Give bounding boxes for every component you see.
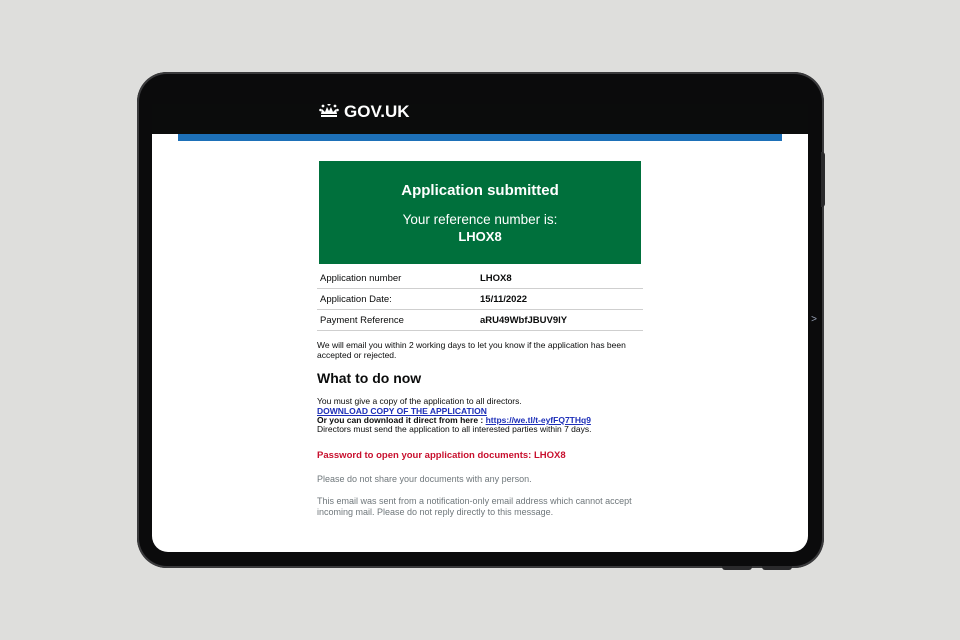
- side-arrow-icon: >: [811, 314, 817, 325]
- tablet-device: > GOV.UK Application submitted Your refe…: [137, 72, 825, 570]
- tablet-volume-button: [722, 566, 752, 570]
- summary-value: aRU49WbfJBUV9lY: [480, 309, 643, 331]
- tablet-screen: GOV.UK Application submitted Your refere…: [152, 104, 808, 552]
- summary-key: Payment Reference: [317, 309, 480, 331]
- summary-key: Application number: [317, 268, 480, 289]
- password-line: Password to open your application docume…: [317, 450, 566, 461]
- panel-subtitle: Your reference number is:: [402, 212, 558, 227]
- summary-value: 15/11/2022: [480, 288, 643, 310]
- summary-key: Application Date:: [317, 288, 480, 310]
- tablet-volume-button: [762, 566, 792, 570]
- what-to-do-heading: What to do now: [317, 370, 422, 386]
- table-row: Application Date: 15/11/2022: [317, 288, 643, 310]
- gov-header: GOV.UK: [152, 104, 808, 134]
- header-blue-bar: [178, 134, 782, 141]
- panel-reference: LHOX8: [458, 229, 502, 244]
- instructions-line-4: Directors must send the application to a…: [317, 424, 592, 434]
- notice-text: We will email you within 2 working days …: [317, 340, 626, 360]
- notification-text: This email was sent from a notification-…: [317, 496, 632, 517]
- tablet-side-button: [821, 152, 825, 207]
- crown-icon: [319, 104, 339, 123]
- summary-value: LHOX8: [480, 268, 643, 289]
- table-row: Application number LHOX8: [317, 268, 643, 289]
- confirmation-panel: Application submitted Your reference num…: [319, 161, 641, 264]
- table-row: Payment Reference aRU49WbfJBUV9lY: [317, 309, 643, 331]
- govuk-logo[interactable]: GOV.UK: [319, 104, 410, 122]
- share-warning: Please do not share your documents with …: [317, 474, 532, 484]
- panel-title: Application submitted: [401, 182, 559, 199]
- summary-table: Application number LHOX8 Application Dat…: [317, 268, 643, 331]
- logo-text: GOV.UK: [344, 104, 410, 121]
- instructions-line-1: You must give a copy of the application …: [317, 396, 522, 406]
